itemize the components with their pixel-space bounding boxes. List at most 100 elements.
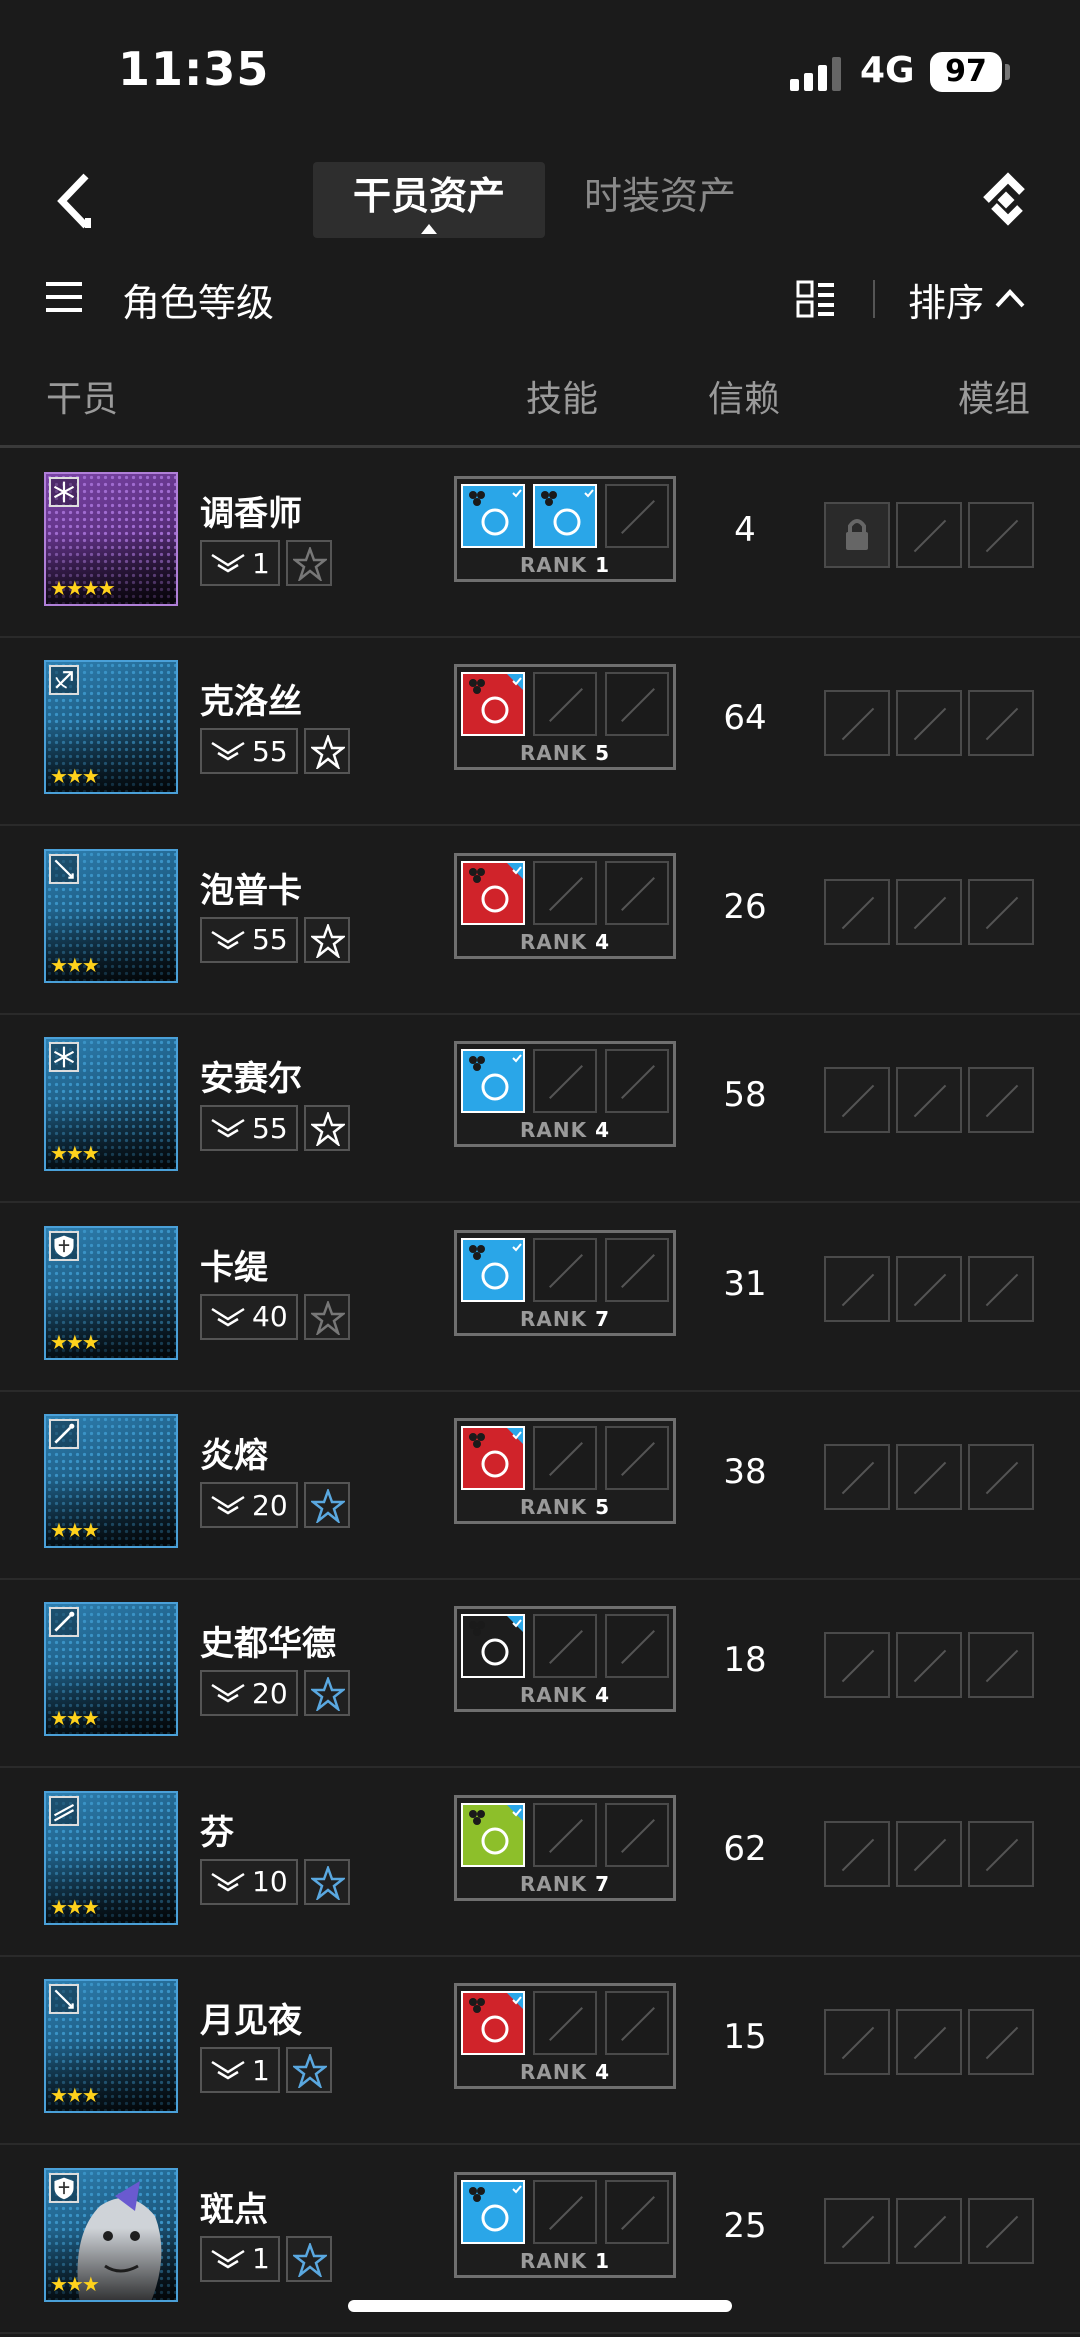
module-slot-empty[interactable] bbox=[824, 1820, 890, 1887]
module-slot-empty[interactable] bbox=[968, 1820, 1034, 1887]
module-slot-empty[interactable] bbox=[968, 502, 1034, 568]
rank-word: RANK bbox=[519, 553, 588, 577]
operator-portrait[interactable]: ★★★ bbox=[44, 1979, 178, 2114]
lock-icon[interactable] bbox=[824, 502, 890, 568]
operator-row[interactable]: ★★★ 炎熔 20 RANK 5 38 bbox=[0, 1392, 1080, 1580]
operator-row[interactable]: ★★★ 克洛丝 55 RANK 5 64 bbox=[0, 638, 1080, 827]
skill-icon[interactable] bbox=[461, 1614, 525, 1679]
operator-name[interactable]: 史都华德 bbox=[200, 1616, 336, 1665]
grid-view-icon[interactable] bbox=[796, 280, 836, 318]
skill-icon[interactable] bbox=[461, 1426, 525, 1490]
module-slot-empty[interactable] bbox=[896, 1067, 962, 1134]
skills-panel[interactable]: RANK 1 bbox=[454, 476, 676, 582]
module-slot-empty[interactable] bbox=[968, 2009, 1034, 2076]
module-slot-empty[interactable] bbox=[824, 1444, 890, 1510]
operator-portrait[interactable]: ★★★ bbox=[44, 2167, 178, 2302]
module-slot-empty[interactable] bbox=[968, 1067, 1034, 1134]
share-icon[interactable] bbox=[978, 166, 1038, 236]
skills-panel[interactable]: RANK 5 bbox=[454, 1418, 676, 1524]
col-trust[interactable]: 信赖 bbox=[708, 370, 780, 422]
modules-group bbox=[824, 690, 1036, 757]
chevron-up-icon[interactable] bbox=[994, 282, 1026, 314]
rank-word: RANK bbox=[519, 1306, 588, 1331]
operator-row[interactable]: ★★★ 月见夜 1 RANK 4 15 bbox=[0, 1957, 1080, 2146]
module-slot-empty[interactable] bbox=[896, 2197, 962, 2264]
skill-icon[interactable] bbox=[461, 2179, 525, 2244]
module-slot-empty[interactable] bbox=[968, 690, 1034, 757]
home-indicator[interactable] bbox=[348, 2300, 732, 2312]
skills-panel[interactable]: RANK 1 bbox=[454, 2171, 676, 2278]
operator-portrait[interactable]: ★★★ bbox=[44, 1414, 178, 1548]
operator-row[interactable]: ★★★ 泡普卡 55 RANK 4 26 bbox=[0, 827, 1080, 1015]
module-slot-empty[interactable] bbox=[824, 690, 890, 757]
operator-row[interactable]: ★★★★ 调香师 1 RANK 1 4 bbox=[0, 450, 1080, 638]
operator-portrait[interactable]: ★★★ bbox=[44, 1602, 178, 1737]
operator-name[interactable]: 卡缇 bbox=[200, 1240, 268, 1289]
skill-icon[interactable] bbox=[461, 860, 525, 925]
operator-name[interactable]: 安赛尔 bbox=[200, 1051, 302, 1100]
col-modules[interactable]: 模组 bbox=[958, 370, 1030, 422]
skills-panel[interactable]: RANK 5 bbox=[454, 664, 676, 771]
tab-skin-assets[interactable]: 时装资产 bbox=[560, 162, 760, 238]
potential-icon bbox=[304, 916, 350, 963]
module-slot-empty[interactable] bbox=[896, 690, 962, 757]
module-slot-empty[interactable] bbox=[968, 2197, 1034, 2264]
back-icon[interactable] bbox=[48, 166, 108, 236]
menu-icon[interactable] bbox=[46, 282, 82, 314]
operator-portrait[interactable]: ★★★ bbox=[44, 660, 178, 795]
module-slot-empty[interactable] bbox=[896, 1255, 962, 1322]
col-skills[interactable]: 技能 bbox=[526, 370, 598, 422]
module-slot-empty[interactable] bbox=[824, 1067, 890, 1134]
operator-row[interactable]: ★★★ 芬 10 RANK 7 62 bbox=[0, 1769, 1080, 1957]
module-slot-empty[interactable] bbox=[896, 1632, 962, 1699]
module-slot-empty[interactable] bbox=[824, 1632, 890, 1699]
skill-icon[interactable] bbox=[461, 672, 525, 737]
module-slot-empty[interactable] bbox=[896, 502, 962, 568]
skills-panel[interactable]: RANK 7 bbox=[454, 1229, 676, 1336]
module-slot-empty[interactable] bbox=[968, 1632, 1034, 1699]
operator-portrait[interactable]: ★★★ bbox=[44, 848, 178, 983]
level-badge: 55 bbox=[200, 1105, 298, 1152]
skill-icon[interactable] bbox=[461, 1049, 525, 1114]
col-operator[interactable]: 干员 bbox=[46, 370, 118, 422]
sort-button[interactable]: 排序 bbox=[908, 272, 984, 327]
operator-portrait[interactable]: ★★★ bbox=[44, 1790, 178, 1925]
sort-field-label[interactable]: 角色等级 bbox=[122, 272, 274, 327]
operator-name[interactable]: 泡普卡 bbox=[200, 863, 302, 912]
operator-row[interactable]: ★★★ 史都华德 20 RANK 4 18 bbox=[0, 1580, 1080, 1769]
operator-row[interactable]: ★★★ 卡缇 40 RANK 7 31 bbox=[0, 1204, 1080, 1392]
module-slot-empty[interactable] bbox=[968, 1255, 1034, 1322]
operator-portrait[interactable]: ★★★★ bbox=[44, 472, 178, 606]
module-slot-empty[interactable] bbox=[896, 1444, 962, 1510]
operator-name[interactable]: 炎熔 bbox=[200, 1428, 268, 1477]
operator-name[interactable]: 调香师 bbox=[200, 486, 302, 535]
module-slot-empty[interactable] bbox=[896, 2009, 962, 2076]
module-slot-empty[interactable] bbox=[824, 1255, 890, 1322]
operator-row[interactable]: ★★★ 安赛尔 55 RANK 4 58 bbox=[0, 1015, 1080, 1204]
operator-name[interactable]: 斑点 bbox=[200, 2182, 268, 2231]
module-slot-empty[interactable] bbox=[824, 878, 890, 945]
skill-icon[interactable] bbox=[461, 484, 525, 548]
tab-operator-assets[interactable]: 干员资产 bbox=[313, 162, 545, 238]
elite-icon bbox=[211, 2061, 245, 2080]
module-slot-empty[interactable] bbox=[824, 2009, 890, 2076]
skills-panel[interactable]: RANK 7 bbox=[454, 1794, 676, 1901]
module-slot-empty[interactable] bbox=[968, 878, 1034, 945]
skill-icon[interactable] bbox=[461, 1802, 525, 1867]
skills-panel[interactable]: RANK 4 bbox=[454, 1606, 676, 1713]
module-slot-empty[interactable] bbox=[824, 2197, 890, 2264]
operator-name[interactable]: 月见夜 bbox=[200, 1993, 302, 2042]
module-slot-empty[interactable] bbox=[896, 878, 962, 945]
skill-icon[interactable] bbox=[461, 1991, 525, 2056]
skills-panel[interactable]: RANK 4 bbox=[454, 1983, 676, 2090]
module-slot-empty[interactable] bbox=[896, 1820, 962, 1887]
skills-panel[interactable]: RANK 4 bbox=[454, 852, 676, 959]
skill-icon[interactable] bbox=[461, 1237, 525, 1302]
operator-portrait[interactable]: ★★★ bbox=[44, 1037, 178, 1172]
skills-panel[interactable]: RANK 4 bbox=[454, 1041, 676, 1148]
module-slot-empty[interactable] bbox=[968, 1444, 1034, 1510]
skill-icon[interactable] bbox=[533, 484, 597, 548]
operator-name[interactable]: 克洛丝 bbox=[200, 674, 302, 723]
operator-name[interactable]: 芬 bbox=[200, 1805, 234, 1854]
operator-portrait[interactable]: ★★★ bbox=[44, 1225, 178, 1360]
